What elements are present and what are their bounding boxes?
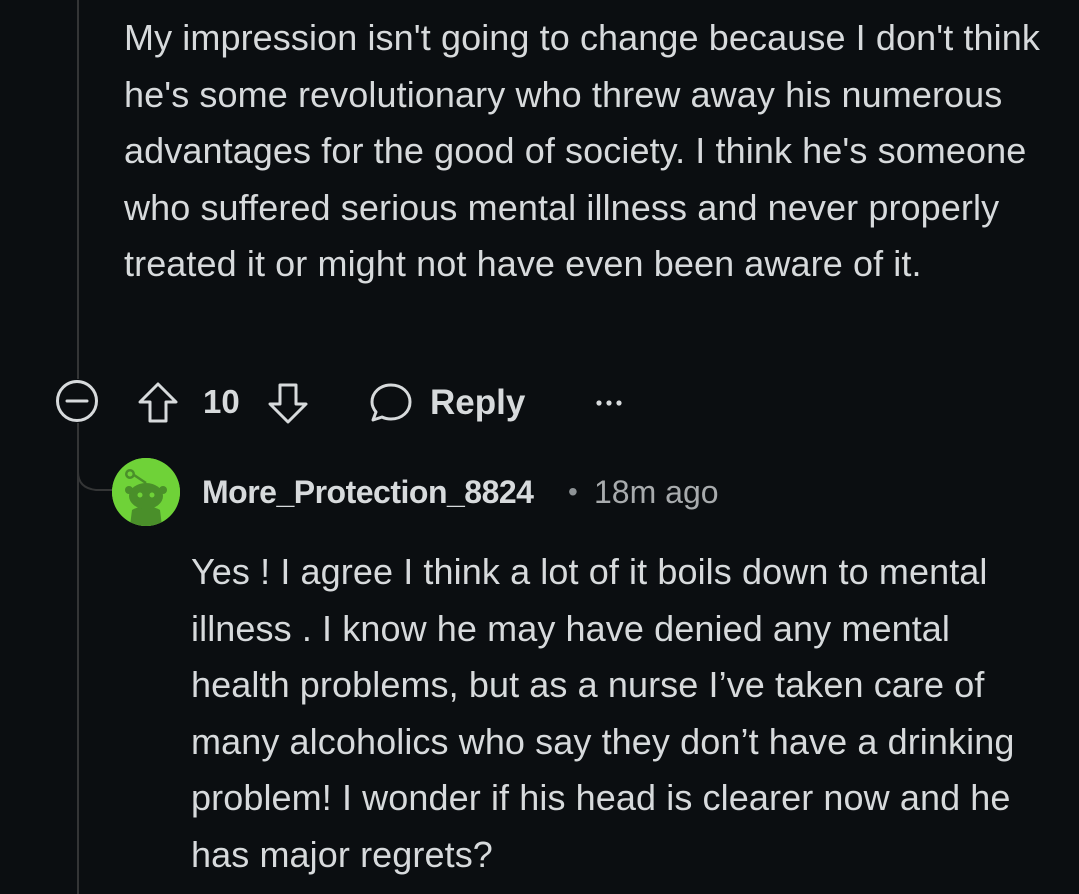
snoo-avatar-icon — [112, 458, 180, 526]
downvote-button[interactable] — [266, 381, 310, 425]
more-options-button[interactable] — [590, 381, 630, 425]
collapse-minus-icon — [56, 380, 98, 422]
parent-comment-body: My impression isn't going to change beca… — [124, 17, 1040, 284]
avatar[interactable] — [112, 458, 180, 526]
speech-bubble-icon — [370, 383, 412, 422]
downvote-arrow-icon — [268, 383, 308, 424]
reply-comment-body: Yes ! I agree I think a lot of it boils … — [191, 551, 1015, 875]
upvote-arrow-icon — [138, 382, 178, 423]
comment-username[interactable]: More_Protection_8824 — [202, 472, 534, 512]
upvote-button[interactable] — [136, 381, 180, 425]
reply-button[interactable]: Reply — [368, 378, 525, 428]
meta-separator: • — [568, 476, 578, 507]
reply-label: Reply — [430, 383, 526, 422]
collapse-thread-button[interactable] — [55, 379, 99, 423]
comment-action-bar: 10 Reply — [0, 374, 1079, 432]
vote-count: 10 — [203, 383, 240, 420]
ellipsis-icon — [596, 400, 622, 406]
comment-timestamp: 18m ago — [594, 474, 719, 510]
